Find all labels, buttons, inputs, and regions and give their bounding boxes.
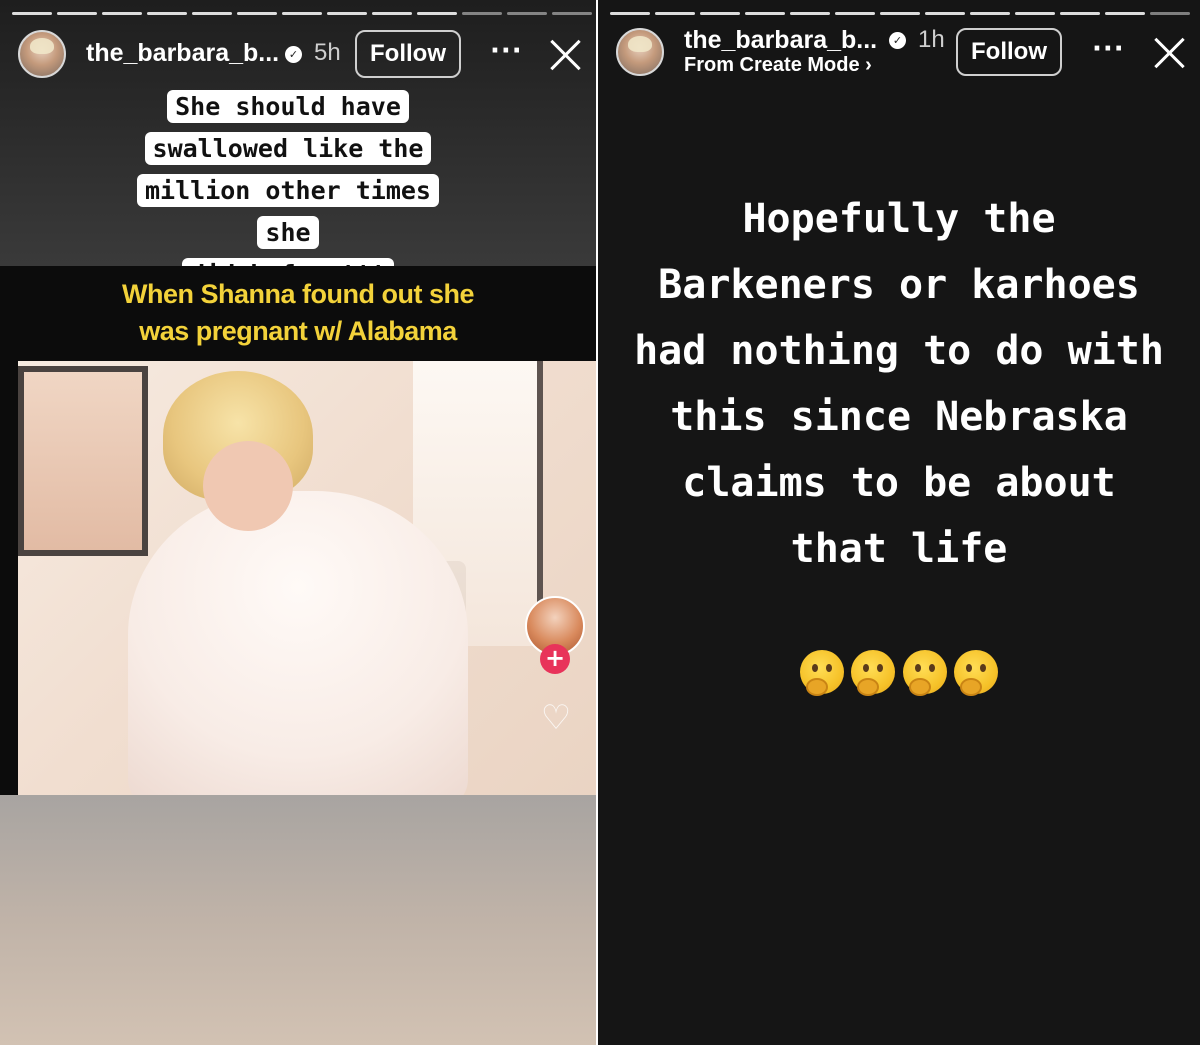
story-text-line: Hopefully the <box>742 196 1056 242</box>
video-caption: When Shanna found out she was pregnant w… <box>0 276 596 350</box>
caption-line: She should have <box>167 90 409 123</box>
avatar[interactable] <box>616 28 664 76</box>
story-text-line: this since Nebraska <box>670 394 1128 440</box>
post-time: 5h <box>314 39 341 66</box>
story-progress-bar <box>12 12 592 15</box>
story-text-line: had nothing to do with <box>634 328 1164 374</box>
close-icon[interactable] <box>1152 36 1186 70</box>
username[interactable]: the_barbara_b... <box>86 39 279 68</box>
thinking-face-icon <box>851 650 896 696</box>
left-story-panel[interactable]: the_barbara_b... ✓ 5h Follow ··· She sho… <box>0 0 596 1045</box>
video-caption-line: was pregnant w/ Alabama <box>139 316 457 346</box>
verified-badge-icon: ✓ <box>889 32 906 49</box>
story-progress-bar <box>610 12 1190 15</box>
thinking-face-icon <box>902 650 947 696</box>
emoji-row <box>598 650 1200 698</box>
follow-button[interactable]: Follow <box>956 28 1062 76</box>
verified-badge-icon: ✓ <box>285 46 302 63</box>
close-icon[interactable] <box>548 38 582 72</box>
story-text-line: claims to be about <box>682 460 1116 506</box>
left-background-bottom <box>0 795 596 1045</box>
story-text: Hopefully the Barkeners or karhoes had n… <box>598 186 1200 582</box>
follow-button[interactable]: Follow <box>355 30 461 78</box>
heart-icon[interactable]: ♡ <box>538 701 574 735</box>
person-face <box>203 441 293 531</box>
story-header: the_barbara_b... ✓ 5h Follow ··· <box>0 26 596 82</box>
username[interactable]: the_barbara_b... <box>684 26 877 55</box>
story-caption: She should have swallowed like the milli… <box>118 86 458 296</box>
thinking-face-icon <box>953 650 998 696</box>
right-story-panel[interactable]: the_barbara_b... ✓ 1h From Create Mode ›… <box>598 0 1200 1045</box>
story-text-line: that life <box>790 526 1008 572</box>
caption-line: swallowed like the <box>144 132 432 165</box>
story-text-line: Barkeners or karhoes <box>658 262 1140 308</box>
story-header: the_barbara_b... ✓ 1h From Create Mode ›… <box>598 26 1200 82</box>
plus-icon[interactable]: + <box>540 644 570 674</box>
caption-line: million other times she <box>137 174 439 249</box>
post-time: 1h <box>918 26 945 53</box>
more-options-icon[interactable]: ··· <box>490 36 523 66</box>
embedded-video[interactable]: When Shanna found out she was pregnant w… <box>0 266 596 795</box>
person-body <box>128 491 468 795</box>
wall-picture-frame <box>18 366 148 556</box>
video-frame <box>18 361 596 795</box>
more-options-icon[interactable]: ··· <box>1092 34 1125 64</box>
create-mode-link[interactable]: From Create Mode › <box>684 54 872 77</box>
video-caption-line: When Shanna found out she <box>122 279 474 309</box>
avatar[interactable] <box>18 30 66 78</box>
thinking-face-icon <box>800 650 845 696</box>
